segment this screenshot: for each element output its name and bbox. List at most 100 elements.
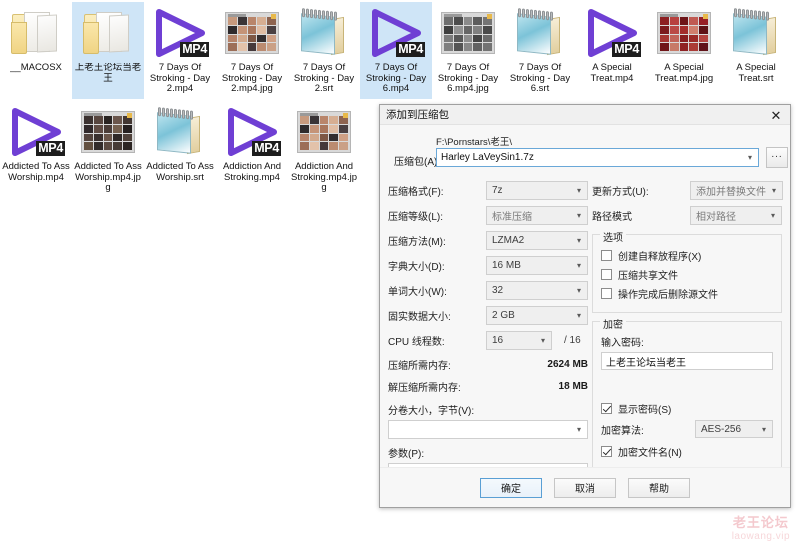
memory-row: 解压缩所需内存: 18 MB	[388, 377, 588, 396]
watermark-chinese: 老王论坛	[732, 515, 789, 530]
setting-row[interactable]: 压缩格式(F): 7z ▾	[388, 180, 588, 201]
chevron-down-icon[interactable]: ▾	[571, 282, 587, 299]
mp4-badge: MP4	[612, 42, 641, 57]
file-item[interactable]: MP4 Addicted To Ass Worship.mp4	[0, 101, 72, 198]
setting-row[interactable]: 更新方式(U): 添加并替换文件 ▾	[592, 180, 783, 201]
setting-select[interactable]: 32 ▾	[486, 281, 588, 300]
archive-name-block: 压缩包(A): F:\Pornstars\老王\ Harley LaVeySin…	[388, 131, 788, 173]
help-button[interactable]: 帮助	[628, 477, 690, 498]
file-item[interactable]: Addicted To Ass Worship.srt	[144, 101, 216, 198]
chevron-down-icon[interactable]: ▾	[571, 207, 587, 224]
chevron-down-icon[interactable]: ▾	[535, 332, 551, 349]
setting-select[interactable]: 16 MB ▾	[486, 256, 588, 275]
file-icon-wrap: MP4	[150, 5, 210, 61]
chevron-down-icon[interactable]: ▾	[571, 257, 587, 274]
setting-select[interactable]: 相对路径 ▾	[690, 206, 782, 225]
show-password-row[interactable]: 显示密码(S)	[601, 400, 773, 417]
encrypt-filenames-row[interactable]: 加密文件名(N)	[601, 443, 773, 460]
parameters-label: 参数(P):	[388, 449, 425, 460]
file-item[interactable]: MP4 7 Days Of Stroking - Day 2.mp4	[144, 2, 216, 99]
setting-label: 固实数据大小:	[388, 312, 451, 323]
browse-button[interactable]: ...	[766, 147, 788, 168]
setting-row[interactable]: 压缩方法(M): LZMA2 ▾	[388, 230, 588, 251]
show-password-checkbox[interactable]	[601, 403, 612, 414]
cancel-button[interactable]: 取消	[554, 477, 616, 498]
file-item[interactable]: MP4 Addiction And Stroking.mp4	[216, 101, 288, 198]
compression-settings-group: 压缩格式(F): 7z ▾ 压缩等级(L): 标准压缩 ▾ 压缩方法(M): LZMA2 ▾ 字典…	[388, 180, 588, 326]
close-icon[interactable]: ✕	[762, 105, 790, 125]
option-row[interactable]: 压缩共享文件	[601, 266, 773, 283]
file-item[interactable]: A Special Treat.srt	[720, 2, 792, 99]
file-item[interactable]: 上老王论坛当老王	[72, 2, 144, 99]
file-label: Addicted To Ass Worship.mp4	[2, 162, 70, 183]
setting-select[interactable]: 2 GB ▾	[486, 306, 588, 325]
memory-label: 压缩所需内存:	[388, 361, 451, 372]
option-row[interactable]: 操作完成后删除源文件	[601, 285, 773, 302]
file-item[interactable]: MP4 A Special Treat.mp4	[576, 2, 648, 99]
option-checkbox[interactable]	[601, 269, 612, 280]
folder-icon	[10, 11, 62, 55]
chevron-down-icon[interactable]: ▾	[571, 232, 587, 249]
chevron-down-icon[interactable]: ▾	[571, 182, 587, 199]
file-item[interactable]: MP4 7 Days Of Stroking - Day 6.mp4	[360, 2, 432, 99]
memory-label: 解压缩所需内存:	[388, 383, 461, 394]
setting-row[interactable]: 固实数据大小: 2 GB ▾	[388, 305, 588, 326]
image-thumbnail-icon	[225, 12, 279, 54]
setting-select[interactable]: 7z ▾	[486, 181, 588, 200]
right-column: 更新方式(U): 添加并替换文件 ▾ 路径模式 相对路径 ▾ 选项 创建自释放程序(X) 压…	[592, 180, 783, 482]
chevron-down-icon[interactable]: ▾	[756, 421, 772, 437]
chevron-down-icon[interactable]: ▾	[765, 207, 781, 224]
setting-select[interactable]: 添加并替换文件 ▾	[690, 181, 783, 200]
archive-name-input[interactable]: Harley LaVeySin1.7z ▾	[436, 148, 759, 167]
password-value: 上老王论坛当老王	[606, 357, 686, 369]
chevron-down-icon[interactable]: ▾	[742, 149, 758, 166]
setting-select[interactable]: 标准压缩 ▾	[486, 206, 588, 225]
encrypt-filenames-checkbox[interactable]	[601, 446, 612, 457]
setting-row[interactable]: 压缩等级(L): 标准压缩 ▾	[388, 205, 588, 226]
chevron-down-icon[interactable]: ▾	[766, 182, 782, 199]
options-checkbox-list[interactable]: 创建自释放程序(X) 压缩共享文件 操作完成后删除源文件	[601, 247, 773, 302]
cpu-threads-row[interactable]: CPU 线程数: 16 ▾ / 16	[388, 330, 588, 351]
file-item[interactable]: 7 Days Of Stroking - Day 2.mp4.jpg	[216, 2, 288, 99]
setting-select[interactable]: LZMA2 ▾	[486, 231, 588, 250]
setting-value: 相对路径	[696, 212, 736, 223]
file-item[interactable]: Addicted To Ass Worship.mp4.jpg	[72, 101, 144, 198]
chevron-down-icon[interactable]: ▾	[571, 421, 587, 438]
mp4-badge: MP4	[396, 42, 425, 57]
option-checkbox[interactable]	[601, 250, 612, 261]
option-checkbox[interactable]	[601, 288, 612, 299]
file-item[interactable]: A Special Treat.mp4.jpg	[648, 2, 720, 99]
encryption-algorithm-label: 加密算法:	[601, 425, 644, 437]
file-item[interactable]: 7 Days Of Stroking - Day 2.srt	[288, 2, 360, 99]
ok-button[interactable]: 确定	[480, 477, 542, 498]
option-row[interactable]: 创建自释放程序(X)	[601, 247, 773, 264]
file-item[interactable]: 7 Days Of Stroking - Day 6.srt	[504, 2, 576, 99]
setting-label: 压缩等级(L):	[388, 212, 443, 223]
file-icon-wrap	[510, 5, 570, 61]
file-icon-wrap	[150, 104, 210, 160]
file-label: Addiction And Stroking.mp4.jpg	[290, 162, 357, 193]
setting-row[interactable]: 字典大小(D): 16 MB ▾	[388, 255, 588, 276]
file-item[interactable]: __MACOSX	[0, 2, 72, 99]
update-mode-group: 更新方式(U): 添加并替换文件 ▾ 路径模式 相对路径 ▾	[592, 180, 783, 226]
encryption-algorithm-select[interactable]: AES-256 ▾	[695, 420, 773, 438]
setting-row[interactable]: 路径模式 相对路径 ▾	[592, 205, 782, 226]
mp4-video-icon: MP4	[368, 8, 425, 58]
encryption-algorithm-row[interactable]: 加密算法: AES-256 ▾	[601, 419, 773, 439]
split-size-input[interactable]: ▾	[388, 420, 588, 439]
cpu-threads-total: / 16	[564, 335, 581, 346]
image-thumbnail-icon	[297, 111, 351, 153]
dialog-footer: 确定 取消 帮助	[380, 467, 790, 507]
password-field[interactable]: 上老王论坛当老王	[601, 352, 773, 370]
chevron-down-icon[interactable]: ▾	[571, 307, 587, 324]
options-group: 选项 创建自释放程序(X) 压缩共享文件 操作完成后删除源文件	[592, 229, 782, 313]
file-item[interactable]: 7 Days Of Stroking - Day 6.mp4.jpg	[432, 2, 504, 99]
cpu-threads-select[interactable]: 16 ▾	[486, 331, 552, 350]
file-item[interactable]: Addiction And Stroking.mp4.jpg	[288, 101, 360, 198]
setting-value: 2 GB	[492, 310, 515, 321]
add-to-archive-dialog[interactable]: 添加到压缩包 ✕ 压缩包(A): F:\Pornstars\老王\ Harley…	[379, 104, 791, 508]
dialog-titlebar[interactable]: 添加到压缩包 ✕	[380, 105, 790, 125]
subtitle-notepad-icon	[515, 8, 565, 56]
show-password-label: 显示密码(S)	[618, 405, 672, 416]
setting-row[interactable]: 单词大小(W): 32 ▾	[388, 280, 588, 301]
